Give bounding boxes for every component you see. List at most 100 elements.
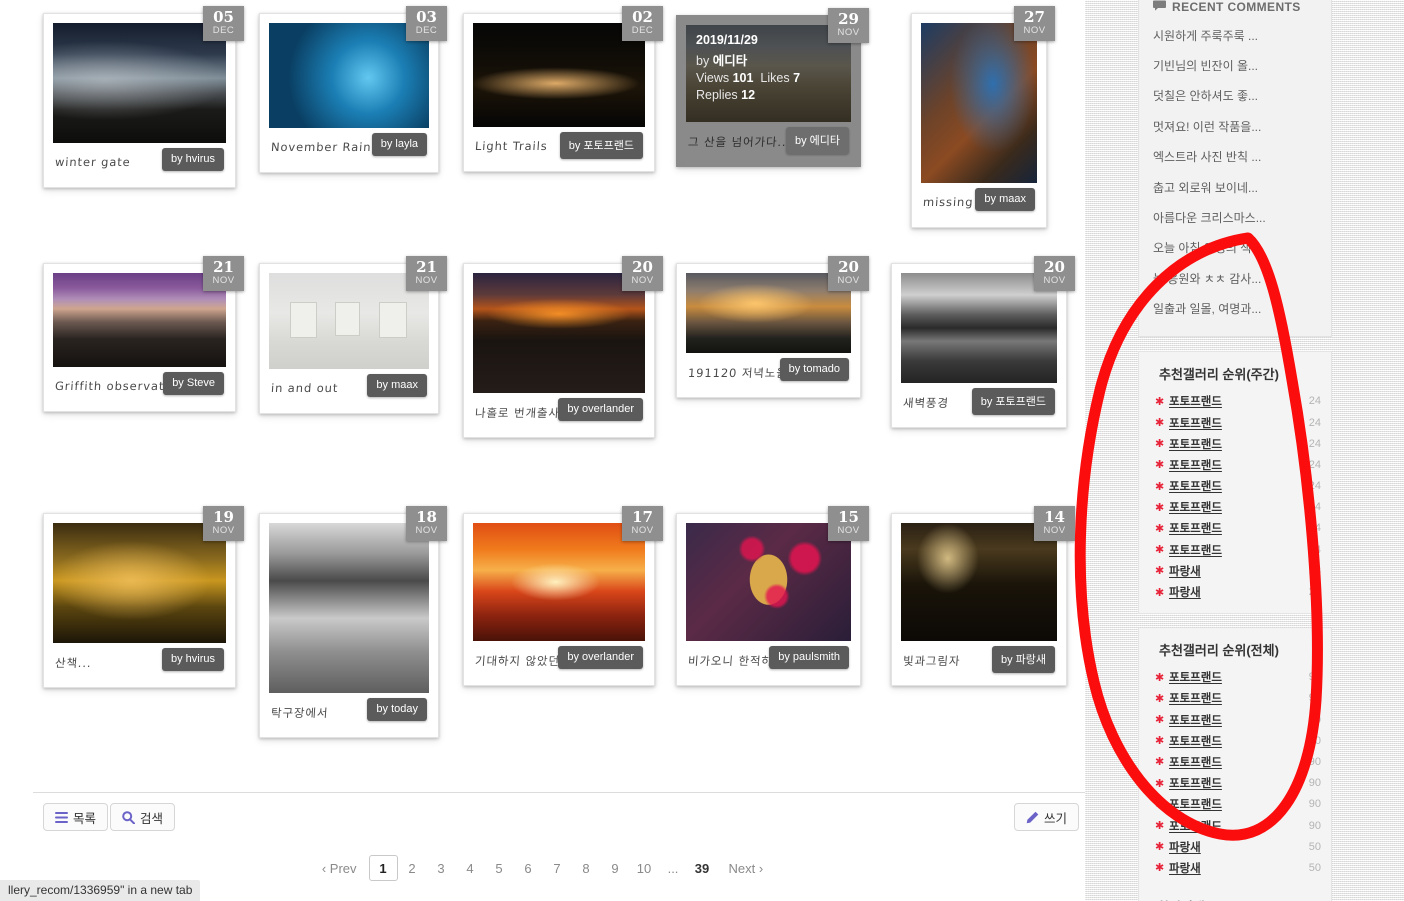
rank-name[interactable]: 포토프랜드	[1169, 478, 1309, 494]
card-author[interactable]: by layla	[371, 133, 427, 156]
card-author[interactable]: by 포토프랜드	[971, 388, 1055, 415]
pagination-prev[interactable]: ‹ Prev	[310, 855, 369, 881]
card-author[interactable]: by 포토프랜드	[559, 132, 643, 159]
card-thumbnail[interactable]	[473, 23, 645, 127]
pagination-page[interactable]: 9	[601, 855, 630, 881]
rank-name[interactable]: 포토프랜드	[1169, 415, 1309, 431]
card-author[interactable]: by 에디타	[785, 127, 849, 154]
recent-comment-item[interactable]: 아름다운 크리스마스...	[1153, 202, 1317, 232]
gallery-card[interactable]: 27 NOV missing Link by maax	[911, 6, 1055, 228]
rank-name[interactable]: 포토프랜드	[1169, 712, 1309, 728]
pagination-page[interactable]: 1	[368, 855, 398, 881]
card-thumbnail[interactable]	[473, 273, 645, 393]
rank-total-item[interactable]: ✱ 파랑새 50	[1155, 836, 1321, 857]
rank-weekly-item[interactable]: ✱ 포토프랜드 24	[1155, 476, 1321, 497]
pagination-page[interactable]: 7	[543, 855, 572, 881]
rank-name[interactable]: 포토프랜드	[1169, 690, 1309, 706]
recent-comment-item[interactable]: 멋져요! 이런 작품을...	[1153, 111, 1317, 141]
rank-weekly-item[interactable]: ✱ 파랑새 23	[1155, 560, 1321, 581]
gallery-card[interactable]: 21 NOV in and out by maax	[259, 256, 447, 414]
card-author[interactable]: by tomado	[779, 358, 849, 381]
rank-weekly-item[interactable]: ✱ 포토프랜드 24	[1155, 497, 1321, 518]
recent-comment-item[interactable]: 덧칠은 안하셔도 좋...	[1153, 81, 1317, 111]
pagination-page[interactable]: 5	[485, 855, 514, 881]
card-thumbnail[interactable]	[269, 523, 429, 693]
pagination-page[interactable]: 2	[398, 855, 427, 881]
gallery-card[interactable]: 20 NOV 191120 저녁노을 by tomado	[676, 256, 869, 398]
rank-weekly-item[interactable]: ✱ 포토프랜드 24	[1155, 454, 1321, 475]
card-title[interactable]: Light Trails	[475, 139, 549, 153]
card-author[interactable]: by 파랑새	[991, 646, 1055, 673]
card-author[interactable]: by paulsmith	[769, 646, 849, 669]
card-title[interactable]: winter gate	[55, 155, 132, 169]
card-author[interactable]: by hvirus	[161, 648, 224, 671]
rank-total-item[interactable]: ✱ 포토프랜드 90	[1155, 794, 1321, 815]
pagination-page[interactable]: 4	[456, 855, 485, 881]
gallery-card[interactable]: 05 DEC winter gate by hvirus	[43, 6, 244, 188]
gallery-card[interactable]: 29 NOV 2019/11/29 by 에디타 Views 101 Likes 7 Re…	[676, 8, 869, 167]
rank-weekly-item[interactable]: ✱ 포토프랜드 24	[1155, 391, 1321, 412]
rank-weekly-item[interactable]: ✱ 포토프랜드 24	[1155, 518, 1321, 539]
card-author[interactable]: by maax	[367, 374, 427, 397]
card-thumbnail[interactable]	[53, 523, 226, 643]
rank-total-item[interactable]: ✱ 포토프랜드 90	[1155, 688, 1321, 709]
pagination-next[interactable]: Next ›	[717, 855, 776, 881]
recent-comment-item[interactable]: 오늘 아침 여명의 색...	[1153, 233, 1317, 263]
rank-total-item[interactable]: ✱ 파랑새 50	[1155, 857, 1321, 878]
card-thumbnail[interactable]	[53, 273, 226, 367]
recent-comment-item[interactable]: 엑스트라 사진 반칙 ...	[1153, 142, 1317, 172]
gallery-card[interactable]: 21 NOV Griffith observatory by Steve	[43, 256, 244, 412]
card-title[interactable]: 새벽풍경	[902, 395, 950, 411]
card-title[interactable]: 탁구장에서	[270, 705, 329, 721]
card-title[interactable]: 그 산을 넘어가다...	[687, 134, 792, 150]
write-button[interactable]: 쓰기	[1014, 803, 1080, 831]
rank-name[interactable]: 포토프랜드	[1169, 542, 1309, 558]
recent-comment-item[interactable]: 늘 응원와 ㅊㅊ 감사...	[1153, 263, 1317, 293]
pagination-page[interactable]: 3	[427, 855, 456, 881]
rank-name[interactable]: 파랑새	[1169, 584, 1309, 600]
rank-total-item[interactable]: ✱ 포토프랜드 90	[1155, 773, 1321, 794]
rank-weekly-item[interactable]: ✱ 파랑새 23	[1155, 581, 1321, 602]
rank-name[interactable]: 포토프랜드	[1169, 796, 1309, 812]
rank-name[interactable]: 파랑새	[1169, 860, 1309, 876]
card-title[interactable]: 빛과그림자	[902, 653, 961, 669]
card-author[interactable]: by overlander	[558, 398, 643, 421]
gallery-card[interactable]: 03 DEC November Rain by layla	[259, 6, 447, 173]
gallery-card[interactable]: 14 NOV 빛과그림자 by 파랑새	[891, 506, 1075, 686]
recent-comment-item[interactable]: 기빈님의 빈잔이 올...	[1153, 50, 1317, 80]
card-author[interactable]: by Steve	[163, 372, 224, 395]
rank-total-item[interactable]: ✱ 포토프랜드 90	[1155, 751, 1321, 772]
rank-name[interactable]: 파랑새	[1169, 839, 1309, 855]
rank-weekly-item[interactable]: ✱ 포토프랜드 24	[1155, 433, 1321, 454]
rank-name[interactable]: 포토프랜드	[1169, 393, 1309, 409]
card-thumbnail[interactable]	[921, 23, 1037, 183]
recent-comment-item[interactable]: 일출과 일몰, 여명과...	[1153, 293, 1317, 323]
card-title[interactable]: 191120 저녁노을	[687, 365, 789, 381]
pagination-page[interactable]: 10	[630, 855, 659, 881]
gallery-card[interactable]: 17 NOV 기대하지 않았던 기쁨 by overlander	[463, 506, 663, 686]
rank-weekly-item[interactable]: ✱ 포토프랜드 24	[1155, 539, 1321, 560]
card-thumbnail[interactable]	[269, 273, 429, 369]
recent-comment-item[interactable]: 시원하게 주룩주룩 ...	[1153, 20, 1317, 50]
card-author[interactable]: by maax	[975, 188, 1035, 211]
gallery-card[interactable]: 18 NOV 탁구장에서 by today	[259, 506, 447, 738]
card-title[interactable]: 나홀로 번개출사	[474, 405, 561, 421]
rank-name[interactable]: 포토프랜드	[1169, 669, 1309, 685]
card-thumbnail[interactable]	[686, 523, 851, 641]
card-thumbnail[interactable]	[473, 523, 645, 641]
card-thumbnail[interactable]	[53, 23, 226, 143]
rank-name[interactable]: 포토프랜드	[1169, 818, 1309, 834]
pagination-page[interactable]: 6	[514, 855, 543, 881]
card-thumbnail[interactable]: 2019/11/29 by 에디타 Views 101 Likes 7 Replies…	[686, 25, 851, 122]
card-thumbnail[interactable]	[269, 23, 429, 128]
gallery-card[interactable]: 19 NOV 산책... by hvirus	[43, 506, 244, 688]
rank-name[interactable]: 포토프랜드	[1169, 520, 1309, 536]
card-author[interactable]: by overlander	[558, 646, 643, 669]
search-button[interactable]: 검색	[110, 803, 176, 831]
rank-total-item[interactable]: ✱ 포토프랜드 90	[1155, 667, 1321, 688]
recent-comment-item[interactable]: 춥고 외로워 보이네...	[1153, 172, 1317, 202]
rank-name[interactable]: 포토프랜드	[1169, 775, 1309, 791]
rank-weekly-item[interactable]: ✱ 포토프랜드 24	[1155, 412, 1321, 433]
gallery-card[interactable]: 02 DEC Light Trails by 포토프랜드	[463, 6, 663, 172]
rank-name[interactable]: 파랑새	[1169, 563, 1309, 579]
